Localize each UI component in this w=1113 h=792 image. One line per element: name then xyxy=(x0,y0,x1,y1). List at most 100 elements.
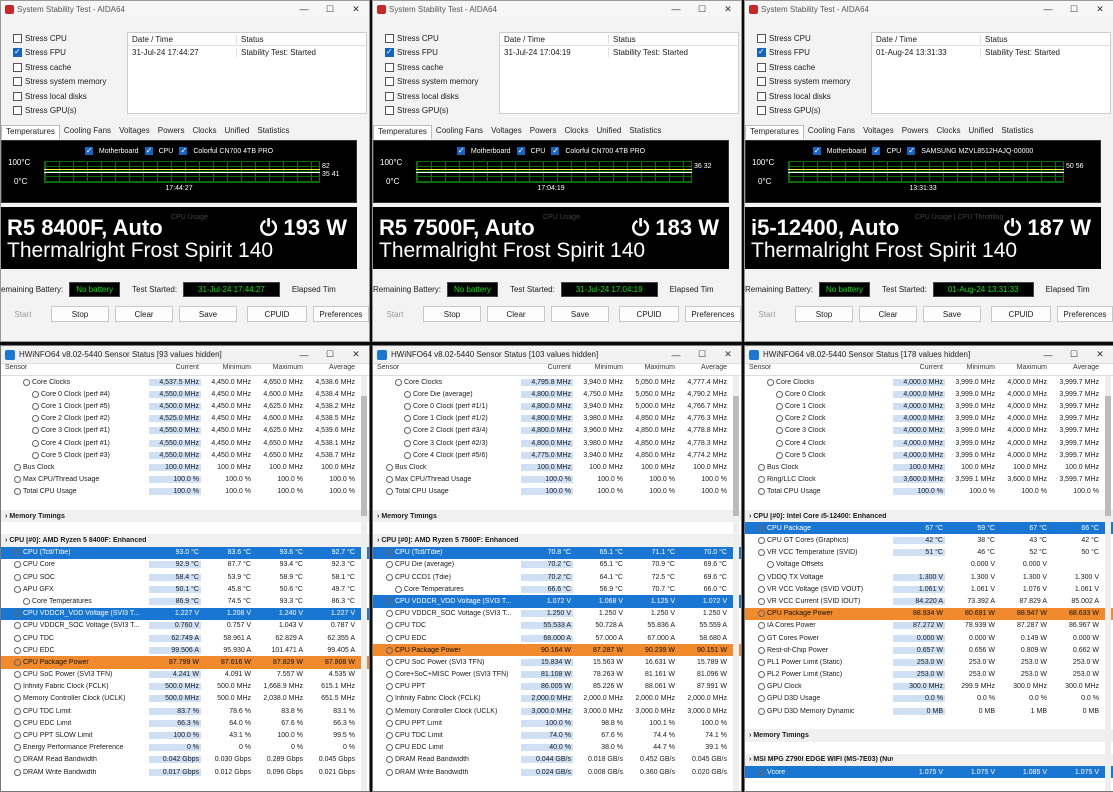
checkbox[interactable] xyxy=(757,77,766,87)
sensor-row[interactable]: CPU TDC Limit 74.0 % 67.6 % 74.4 % 74.1 % xyxy=(373,729,741,741)
sensor-row[interactable]: DRAM Read Bandwidth 0.044 GB/s 0.018 GB/s 0… xyxy=(373,754,741,766)
sensor-row[interactable]: CPU EDC 68.000 A 57.000 A 67.000 A 58.680 A xyxy=(373,632,741,644)
maximize-button[interactable]: ☐ xyxy=(317,2,343,16)
column-header-sensor[interactable]: Sensor xyxy=(1,364,149,375)
stress-option[interactable]: Stress GPU(s) xyxy=(757,104,867,119)
sensor-row[interactable]: Core 1 Clock 4,000.0 MHz 3,999.0 MHz 4,000.… xyxy=(745,400,1113,412)
chevron-icon[interactable]: › xyxy=(749,756,751,763)
stress-option[interactable]: Stress system memory xyxy=(13,75,123,90)
sensor-row[interactable] xyxy=(373,498,741,510)
sensor-row[interactable]: VDDQ TX Voltage 1.300 V 1.300 V 1.300 V 1.30… xyxy=(745,571,1113,583)
sensor-row[interactable]: Core 4 Clock (perf #1) 4,550.0 MHz 4,450.0… xyxy=(1,437,369,449)
tab-statistics[interactable]: Statistics xyxy=(625,125,665,139)
stop-button[interactable]: Stop xyxy=(795,306,853,322)
sensor-row[interactable]: Core+SoC+MISC Power (SVI3 TFN) 81.108 W 78… xyxy=(373,669,741,681)
stress-option[interactable]: Stress FPU xyxy=(13,46,123,61)
sensor-row[interactable]: Core Clocks 4,000.0 MHz 3,999.0 MHz 4,000.0… xyxy=(745,376,1113,388)
sensor-row[interactable]: PL1 Power Limit (Static) 253.0 W 253.0 W 25… xyxy=(745,656,1113,668)
sensor-row[interactable]: Core Clocks 4,795.8 MHz 3,940.0 MHz 5,050.0… xyxy=(373,376,741,388)
legend-checkbox[interactable] xyxy=(812,146,821,155)
sensor-row[interactable]: Core 5 Clock 4,000.0 MHz 3,999.0 MHz 4,000.… xyxy=(745,449,1113,461)
sensor-group-header[interactable]: › CPU [#0]: AMD Ryzen 5 8400F: Enhanced xyxy=(1,534,369,547)
sensor-row[interactable]: CPU TDC 55.533 A 50.728 A 55.836 A 55.559 A xyxy=(373,620,741,632)
tab-cooling-fans[interactable]: Cooling Fans xyxy=(804,125,859,139)
checkbox[interactable] xyxy=(385,33,394,43)
checkbox[interactable] xyxy=(757,106,766,116)
save-button[interactable]: Save xyxy=(923,306,981,322)
sensor-group-header[interactable]: › Memory Timings xyxy=(373,510,741,523)
sensor-row[interactable]: CPU Package Power 88.934 W 80.691 W 88.947 … xyxy=(745,607,1113,620)
checkbox[interactable] xyxy=(757,62,766,72)
stress-option[interactable]: Stress FPU xyxy=(385,46,495,61)
stress-option[interactable]: Stress CPU xyxy=(385,31,495,46)
sensor-row[interactable]: Core 0 Clock 4,000.0 MHz 3,999.0 MHz 4,000.… xyxy=(745,388,1113,400)
sensor-row[interactable]: DRAM Read Bandwidth 0.042 Gbps 0.030 Gbps 0… xyxy=(1,754,369,766)
tab-unified[interactable]: Unified xyxy=(220,125,253,139)
clear-button[interactable]: Clear xyxy=(487,306,545,322)
sensor-row[interactable]: VR VCC Current (SVID IOUT) 84.220 A 73.392… xyxy=(745,595,1113,607)
chevron-icon[interactable]: › xyxy=(377,513,379,520)
sensor-row[interactable]: Core 2 Clock (perf #2) 4,525.0 MHz 4,450.0… xyxy=(1,413,369,425)
sensor-row[interactable] xyxy=(745,498,1113,510)
column-header-average[interactable]: Average xyxy=(1049,364,1101,375)
sensor-row[interactable]: CPU EDC Limit 66.3 % 64.0 % 67.6 % 66.3 % xyxy=(1,717,369,729)
sensor-row[interactable]: CPU TDC Limit 83.7 % 78.6 % 83.8 % 83.1 % xyxy=(1,705,369,717)
tab-statistics[interactable]: Statistics xyxy=(997,125,1037,139)
sensor-row[interactable]: CPU SOC 58.4 °C 53.9 °C 58.9 °C 58.1 °C xyxy=(1,571,369,583)
chevron-icon[interactable]: › xyxy=(749,513,751,520)
sensor-row[interactable]: DRAM Write Bandwidth 0.017 Gbps 0.012 Gbps… xyxy=(1,766,369,778)
preferences-button[interactable]: Preferences xyxy=(685,306,741,322)
minimize-button[interactable]: — xyxy=(663,2,689,16)
close-button[interactable]: ✕ xyxy=(715,348,741,362)
stress-option[interactable]: Stress CPU xyxy=(757,31,867,46)
start-button[interactable]: Start xyxy=(745,306,789,322)
tab-temperatures[interactable]: Temperatures xyxy=(745,125,804,139)
clear-button[interactable]: Clear xyxy=(859,306,917,322)
sensor-row[interactable] xyxy=(373,522,741,534)
sensor-row[interactable]: CPU (Tctl/Tdie) 93.0 °C 83.6 °C 93.6 °C 92.7… xyxy=(1,546,369,559)
sensor-row[interactable]: CPU VDDCR_SOC Voltage (SVI3 T... 1.250 V 1… xyxy=(373,608,741,620)
legend-checkbox[interactable] xyxy=(84,146,93,155)
minimize-button[interactable]: — xyxy=(663,348,689,362)
checkbox[interactable] xyxy=(13,106,22,116)
sensor-row[interactable]: IA Cores Power 87.272 W 78.939 W 87.287 W 86… xyxy=(745,620,1113,632)
sensor-row[interactable]: CPU (Tctl/Tdie) 70.8 °C 65.1 °C 71.1 °C 70.0… xyxy=(373,546,741,559)
sensor-row[interactable]: Core Clocks 4,537.5 MHz 4,450.0 MHz 4,650.0… xyxy=(1,376,369,388)
sensor-row[interactable]: Bus Clock 100.0 MHz 100.0 MHz 100.0 MHz 100.… xyxy=(745,461,1113,473)
close-button[interactable]: ✕ xyxy=(343,348,369,362)
maximize-button[interactable]: ☐ xyxy=(689,348,715,362)
sensor-row[interactable]: CPU CCD1 (Tdie) 70.2 °C 64.1 °C 72.5 °C 69.6… xyxy=(373,571,741,583)
vertical-scrollbar[interactable] xyxy=(1105,376,1111,791)
tab-unified[interactable]: Unified xyxy=(964,125,997,139)
sensor-row[interactable]: CPU GT Cores (Graphics) 42 °C 38 °C 43 °C 42… xyxy=(745,534,1113,546)
sensor-row[interactable]: GPU D3D Usage 0.0 % 0.0 % 0.0 % 0.0 % xyxy=(745,693,1113,705)
legend-checkbox[interactable] xyxy=(907,146,916,155)
tab-voltages[interactable]: Voltages xyxy=(487,125,526,139)
preferences-button[interactable]: Preferences xyxy=(1057,306,1113,322)
sensor-row[interactable]: CPU Package Power 87.799 W 87.616 W 87.829 … xyxy=(1,656,369,669)
checkbox[interactable] xyxy=(757,91,766,101)
stress-option[interactable]: Stress cache xyxy=(385,60,495,75)
stress-option[interactable]: Stress GPU(s) xyxy=(13,104,123,119)
stress-option[interactable]: Stress local disks xyxy=(13,89,123,104)
stress-option[interactable]: Stress local disks xyxy=(757,89,867,104)
sensor-row[interactable]: Core 3 Clock (perf #2/3) 4,800.0 MHz 3,980… xyxy=(373,437,741,449)
stress-option[interactable]: Stress system memory xyxy=(385,75,495,90)
sensor-row[interactable] xyxy=(1,498,369,510)
stress-option[interactable]: Stress local disks xyxy=(385,89,495,104)
sensor-row[interactable]: Core Temperatures 86.9 °C 74.5 °C 93.3 °C 86… xyxy=(1,595,369,607)
minimize-button[interactable]: — xyxy=(1035,348,1061,362)
sensor-row[interactable]: GT Cores Power 0.000 W 0.000 W 0.149 W 0.000… xyxy=(745,632,1113,644)
clear-button[interactable]: Clear xyxy=(115,306,173,322)
stress-option[interactable]: Stress system memory xyxy=(757,75,867,90)
sensor-row[interactable]: CPU Core 92.9 °C 87.7 °C 93.4 °C 92.3 °C xyxy=(1,559,369,571)
preferences-button[interactable]: Preferences xyxy=(313,306,369,322)
stress-option[interactable]: Stress FPU xyxy=(757,46,867,61)
tab-voltages[interactable]: Voltages xyxy=(859,125,898,139)
sensor-row[interactable]: Infinity Fabric Clock (FCLK) 500.0 MHz 500… xyxy=(1,681,369,693)
tab-clocks[interactable]: Clocks xyxy=(932,125,964,139)
column-header-average[interactable]: Average xyxy=(305,364,357,375)
tab-voltages[interactable]: Voltages xyxy=(115,125,154,139)
sensor-row[interactable]: Energy Performance Preference 0 % 0 % 0 % 0 … xyxy=(1,742,369,754)
legend-checkbox[interactable] xyxy=(144,146,153,155)
